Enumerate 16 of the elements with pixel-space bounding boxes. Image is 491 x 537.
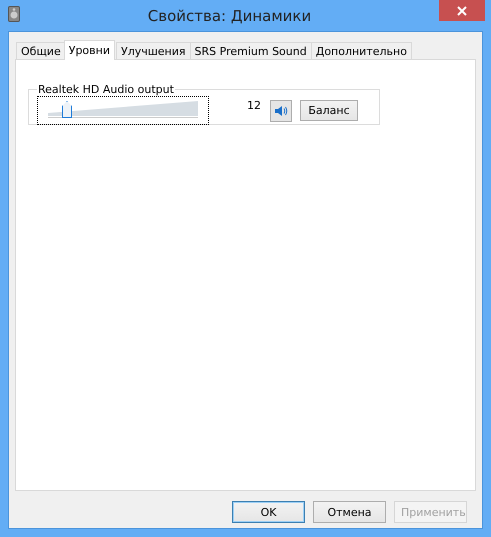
balance-button[interactable]: Баланс <box>300 100 358 121</box>
tab[interactable]: Дополнительно <box>310 42 412 59</box>
speaker-device-icon <box>8 6 20 22</box>
tab[interactable]: Уровни <box>64 40 115 60</box>
volume-value: 12 <box>246 99 261 112</box>
mute-button[interactable] <box>270 100 292 122</box>
window-title: Свойства: Динамики <box>146 7 312 25</box>
dialog-button[interactable]: Отмена <box>313 501 386 523</box>
close-button[interactable] <box>439 0 485 21</box>
dialog-button[interactable]: OK <box>232 501 305 523</box>
speaker-icon <box>274 104 288 118</box>
tab[interactable]: Улучшения <box>116 42 191 59</box>
group-title: Realtek HD Audio output <box>37 83 175 96</box>
close-icon <box>457 6 467 16</box>
tab[interactable]: Общие <box>16 42 66 59</box>
volume-slider[interactable] <box>37 96 209 125</box>
